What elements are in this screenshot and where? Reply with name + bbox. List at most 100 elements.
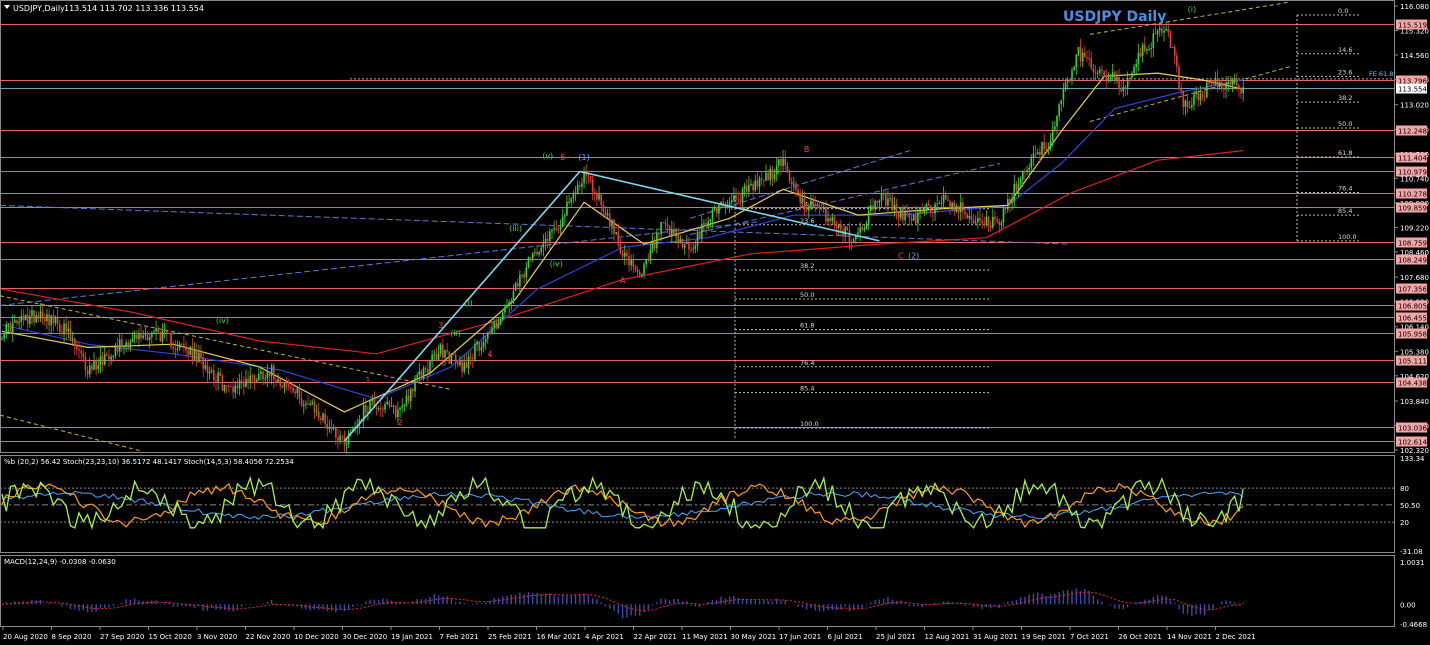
price-level-tag-label: 106.455 — [1398, 315, 1427, 323]
candle-body — [328, 427, 331, 429]
candle-body — [972, 219, 975, 224]
candle-body — [671, 228, 673, 236]
candle-body — [469, 356, 472, 359]
candle-body — [566, 202, 568, 216]
candle-body — [728, 202, 731, 205]
candle-body — [848, 230, 851, 243]
candle-body — [850, 242, 853, 244]
fib-right-label: 100.0 — [1338, 233, 1357, 241]
candle-body — [491, 327, 493, 333]
candle-body — [208, 371, 211, 374]
candle-body — [1058, 104, 1060, 117]
wave-label: 3 — [438, 321, 443, 330]
candle-body — [630, 259, 632, 266]
candle-body — [966, 214, 968, 219]
time-tick-label: 19 Jan 2021 — [391, 633, 433, 641]
candle-body — [643, 264, 645, 275]
price-level-tag-label: 106.805 — [1398, 303, 1427, 311]
candle-body — [1180, 88, 1182, 91]
candle-body — [959, 202, 962, 213]
candle-body — [1019, 179, 1022, 185]
candle-body — [953, 202, 956, 212]
candle-body — [223, 385, 226, 391]
price-tick-label: 105.380 — [1400, 348, 1429, 356]
candle-body — [942, 194, 945, 204]
candle-body — [401, 405, 403, 408]
candle-body — [1197, 90, 1200, 101]
candle-body — [1231, 79, 1234, 86]
candle-body — [1203, 96, 1206, 98]
candle-body — [260, 371, 262, 375]
candle-body — [497, 323, 500, 329]
candle-body — [564, 215, 566, 217]
price-tick-label: 114.560 — [1400, 52, 1429, 60]
candle-body — [272, 365, 275, 380]
candle-body — [919, 210, 921, 213]
candle-body — [521, 274, 523, 276]
candle-body — [125, 342, 127, 347]
candle-body — [542, 242, 545, 248]
candle-body — [613, 220, 615, 234]
candle-body — [452, 354, 455, 356]
candle-body — [827, 218, 829, 222]
candle-body — [844, 226, 846, 237]
wave-label: 5 — [560, 153, 565, 162]
chart-title: USDJPY Daily — [1063, 9, 1166, 25]
candle-body — [825, 207, 827, 222]
candle-body — [602, 205, 605, 212]
candle-body — [900, 207, 902, 218]
candle-body — [287, 384, 290, 387]
candle-body — [589, 176, 592, 180]
candle-body — [155, 328, 157, 332]
candle-body — [88, 365, 91, 375]
candle-body — [1152, 33, 1155, 48]
candle-body — [474, 344, 476, 360]
candle-body — [195, 349, 198, 363]
candle-body — [1143, 44, 1146, 51]
price-level-tag-label: 115.519 — [1398, 22, 1427, 30]
candle-body — [1116, 77, 1118, 80]
candle-body — [718, 205, 720, 214]
price-level-tag-label: 110.979 — [1398, 169, 1427, 177]
candle-body — [258, 374, 260, 380]
candle-body — [330, 427, 333, 430]
candle-body — [5, 324, 8, 335]
candle-body — [970, 215, 973, 220]
candle-body — [814, 203, 816, 205]
candle-body — [33, 310, 35, 323]
candle-body — [176, 348, 179, 350]
candle-body — [168, 333, 170, 335]
candle-body — [384, 403, 386, 410]
price-tick-label: 107.680 — [1400, 274, 1429, 282]
candle-body — [204, 365, 207, 369]
candle-body — [429, 360, 431, 374]
candle-body — [305, 403, 307, 405]
candle-body — [210, 370, 213, 372]
candle-body — [418, 371, 421, 375]
candle-body — [626, 252, 628, 256]
candle-body — [332, 427, 335, 430]
candle-body — [733, 195, 735, 201]
candle-body — [1126, 77, 1129, 88]
candle-body — [110, 356, 112, 360]
candle-body — [151, 332, 153, 338]
candle-body — [1103, 70, 1105, 76]
candle-body — [322, 413, 324, 421]
stoch-axis-label: 133.34 — [1400, 455, 1425, 463]
wave-label: 1 — [365, 376, 370, 385]
candle-body — [1009, 199, 1011, 204]
candle-body — [277, 379, 279, 382]
candle-body — [146, 334, 149, 340]
candle-body — [399, 407, 401, 410]
time-tick-label: 17 Jun 2021 — [779, 633, 821, 641]
candle-body — [18, 321, 20, 324]
candle-body — [1056, 116, 1058, 127]
candle-body — [9, 323, 12, 334]
candle-body — [715, 207, 718, 214]
candle-body — [123, 346, 125, 348]
candle-body — [1032, 153, 1035, 158]
trading-chart[interactable]: 0.0 14.6 23.6 38.2 50.0 61.8 76.4 85.4 100.0 FE 6… — [0, 0, 1430, 645]
candle-body — [1047, 148, 1050, 150]
candle-body — [450, 354, 453, 364]
candle-body — [1242, 87, 1244, 94]
